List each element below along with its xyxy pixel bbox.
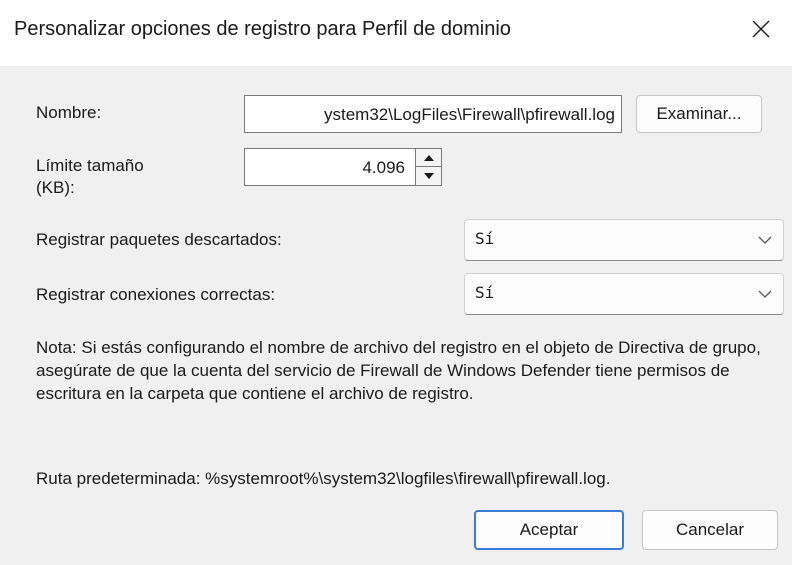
ok-button[interactable]: Aceptar <box>474 510 624 550</box>
size-limit-label: Límite tamaño (KB): <box>36 155 144 199</box>
default-path-text: Ruta predeterminada: %systemroot%\system… <box>36 469 611 488</box>
successful-connections-value: Sí <box>475 283 495 302</box>
close-icon <box>752 20 770 38</box>
size-limit-label-line1: Límite tamaño <box>36 156 144 175</box>
successful-connections-select[interactable]: Sí <box>464 273 784 315</box>
successful-connections-label: Registrar conexiones correctas: <box>36 285 276 304</box>
size-decrement-button[interactable] <box>416 167 441 185</box>
log-settings-dialog: Personalizar opciones de registro para P… <box>0 0 792 565</box>
size-limit-stepper[interactable]: 4.096 <box>244 148 442 186</box>
dropped-packets-value: Sí <box>475 229 495 248</box>
title-bar: Personalizar opciones de registro para P… <box>0 0 792 66</box>
dropped-packets-label: Registrar paquetes descartados: <box>36 230 282 249</box>
arrow-up-icon <box>423 154 434 161</box>
log-path-input[interactable]: ystem32\LogFiles\Firewall\pfirewall.log <box>244 95 622 133</box>
name-label: Nombre: <box>36 103 102 122</box>
size-increment-button[interactable] <box>416 149 441 167</box>
chevron-down-icon <box>758 236 772 244</box>
cancel-button[interactable]: Cancelar <box>642 510 778 550</box>
arrow-down-icon <box>423 173 434 179</box>
size-spin-buttons <box>415 149 441 185</box>
chevron-down-icon <box>758 290 772 298</box>
size-limit-value: 4.096 <box>362 158 405 177</box>
dialog-title: Personalizar opciones de registro para P… <box>14 18 511 40</box>
close-button[interactable] <box>744 12 778 46</box>
permissions-note: Nota: Si estás configurando el nombre de… <box>36 338 761 403</box>
log-path-value: ystem32\LogFiles\Firewall\pfirewall.log <box>323 105 615 124</box>
browse-button[interactable]: Examinar... <box>636 95 762 133</box>
size-limit-label-line2: (KB): <box>36 178 75 197</box>
dropped-packets-select[interactable]: Sí <box>464 219 784 261</box>
